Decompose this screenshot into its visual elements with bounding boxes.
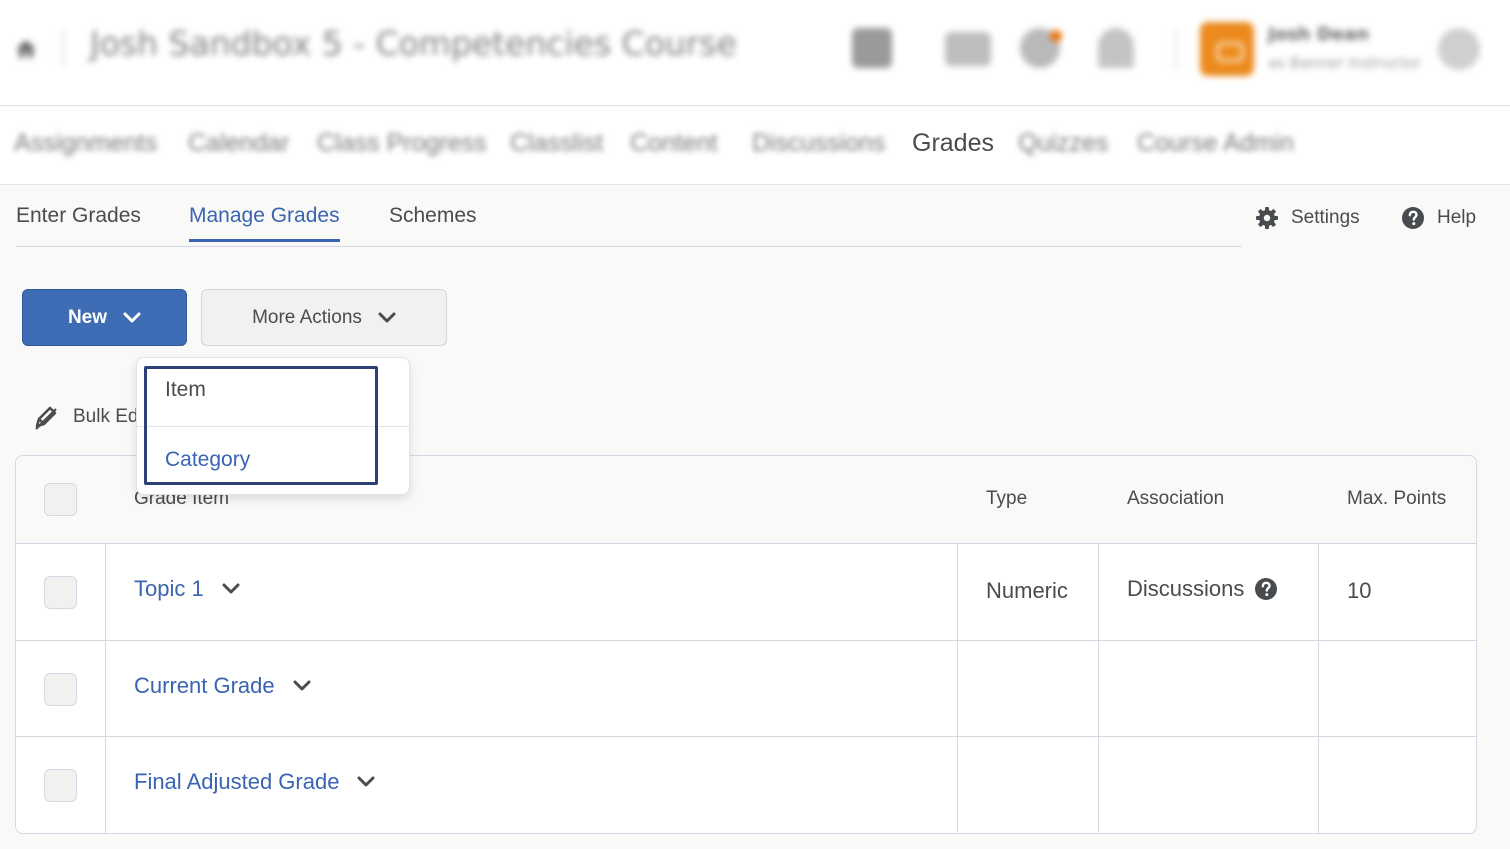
row-checkbox[interactable] [44, 576, 77, 609]
grade-item-name: Current Grade [134, 673, 275, 698]
new-button[interactable]: New [22, 289, 187, 346]
course-navbar: Assignments Calendar Class Progress Clas… [0, 107, 1510, 185]
tab-manage-grades[interactable]: Manage Grades [189, 204, 340, 242]
nav-item-content[interactable]: Content [630, 129, 718, 158]
grade-item-link[interactable]: Final Adjusted Grade [134, 769, 375, 795]
help-label: Help [1437, 207, 1477, 228]
new-button-label: New [67, 306, 108, 328]
bulk-edit-button[interactable]: Bulk Ed [33, 404, 138, 430]
grade-item-name: Final Adjusted Grade [134, 769, 340, 794]
menu-divider [137, 426, 409, 427]
header-divider [62, 30, 64, 66]
row-checkbox[interactable] [44, 769, 77, 802]
grade-item-type: Numeric [986, 578, 1068, 603]
grade-item-max-points: 10 [1347, 578, 1372, 603]
grade-item-name: Topic 1 [134, 576, 204, 601]
nav-item-course-admin[interactable]: Course Admin [1137, 129, 1294, 158]
nav-item-calendar[interactable]: Calendar [188, 129, 289, 158]
menu-item-item[interactable]: Item [165, 378, 206, 402]
help-icon[interactable] [1254, 577, 1278, 601]
grade-item-link[interactable]: Topic 1 [134, 576, 240, 602]
settings-label: Settings [1291, 207, 1360, 228]
chevron-down-icon [123, 312, 141, 322]
row-checkbox[interactable] [44, 673, 77, 706]
chevron-down-icon [378, 312, 396, 322]
user-logo-icon[interactable] [1200, 22, 1254, 76]
gear-icon [1256, 207, 1278, 229]
column-header-association: Association [1127, 488, 1225, 509]
avatar[interactable] [1438, 28, 1480, 70]
association-label: Discussions [1127, 576, 1245, 601]
notification-dot-icon [1050, 30, 1062, 42]
help-icon [1402, 207, 1424, 229]
table-row: Current Grade [16, 641, 1476, 737]
new-dropdown-menu: Item Category [136, 357, 410, 495]
nav-item-quizzes[interactable]: Quizzes [1018, 129, 1108, 158]
menu-item-category[interactable]: Category [165, 448, 250, 472]
bell-icon[interactable] [1098, 28, 1134, 68]
help-link[interactable]: Help [1401, 206, 1476, 230]
pencil-icon [35, 406, 57, 430]
nav-item-discussions[interactable]: Discussions [752, 129, 885, 158]
select-all-checkbox[interactable] [44, 483, 77, 516]
nav-item-assignments[interactable]: Assignments [14, 129, 157, 158]
chevron-down-icon[interactable] [293, 680, 311, 692]
nav-item-class-progress[interactable]: Class Progress [317, 129, 487, 158]
grid-icon[interactable] [852, 28, 892, 68]
bulk-edit-label: Bulk Ed [73, 406, 139, 427]
course-title[interactable]: Josh Sandbox 5 - Competencies Course [90, 24, 737, 63]
home-icon[interactable] [14, 38, 38, 60]
header-divider [1175, 30, 1177, 70]
tab-schemes[interactable]: Schemes [389, 204, 477, 239]
column-header-type: Type [986, 488, 1028, 509]
tab-enter-grades[interactable]: Enter Grades [16, 204, 141, 239]
column-header-max-points: Max. Points [1347, 488, 1447, 509]
grade-item-link[interactable]: Current Grade [134, 673, 311, 699]
nav-item-grades[interactable]: Grades [912, 129, 994, 158]
grades-table: Grade Item Type Association Max. Points … [15, 455, 1477, 834]
settings-link[interactable]: Settings [1255, 206, 1360, 230]
user-name[interactable]: Josh Dean [1268, 24, 1369, 45]
nav-item-classlist[interactable]: Classlist [510, 129, 603, 158]
user-role: as Banner Instructor [1268, 54, 1422, 72]
tabs-divider [16, 246, 1242, 247]
more-actions-button[interactable]: More Actions [201, 289, 447, 346]
table-row: Topic 1 Numeric Discussions 10 [16, 544, 1476, 641]
course-header: Josh Sandbox 5 - Competencies Course Jos… [0, 0, 1510, 106]
grade-item-association: Discussions [1127, 576, 1278, 602]
more-actions-label: More Actions [252, 306, 362, 328]
chevron-down-icon[interactable] [357, 776, 375, 788]
chevron-down-icon[interactable] [222, 583, 240, 595]
mail-icon[interactable] [945, 32, 991, 66]
table-row: Final Adjusted Grade [16, 737, 1476, 833]
